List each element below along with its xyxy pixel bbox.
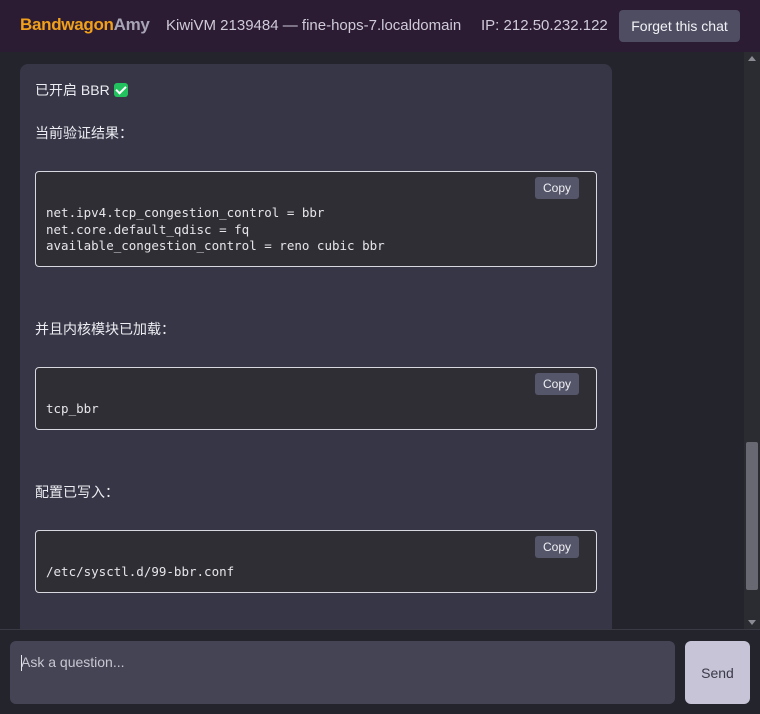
- scroll-thumb[interactable]: [746, 442, 758, 590]
- composer: Send: [0, 629, 760, 714]
- code-text-config: /etc/sysctl.d/99-bbr.conf: [46, 564, 234, 581]
- code-line: /etc/sysctl.d/99-bbr.conf: [46, 564, 235, 579]
- bbr-status-line: 已开启 BBR: [35, 80, 128, 100]
- copy-button[interactable]: Copy: [535, 536, 579, 558]
- copy-button[interactable]: Copy: [535, 373, 579, 395]
- code-block-config: Copy /etc/sysctl.d/99-bbr.conf: [35, 530, 597, 593]
- top-bar: BandwagonAmy KiwiVM 2139484 — fine-hops-…: [0, 0, 760, 52]
- question-input[interactable]: [10, 641, 675, 704]
- module-heading: 并且内核模块已加载：: [35, 321, 175, 337]
- brand-logo: BandwagonAmy: [20, 15, 150, 35]
- code-text-module: tcp_bbr: [46, 401, 99, 418]
- verify-heading: 当前验证结果：: [35, 125, 133, 141]
- ip-info: IP: 212.50.232.122: [481, 17, 608, 34]
- code-block-module: Copy tcp_bbr: [35, 367, 597, 430]
- bbr-status-text: 已开启 BBR: [35, 82, 110, 98]
- code-line: tcp_bbr: [46, 401, 99, 416]
- config-heading: 配置已写入：: [35, 484, 119, 500]
- send-button[interactable]: Send: [685, 641, 750, 704]
- brand-logo-part1: Bandwagon: [20, 15, 114, 34]
- code-block-verify: Copy net.ipv4.tcp_congestion_control = b…: [35, 171, 597, 267]
- code-line: net.ipv4.tcp_congestion_control = bbr: [46, 205, 325, 220]
- assistant-message: 已开启 BBR 当前验证结果： Copy net.ipv4.tcp_conges…: [20, 64, 612, 629]
- brand-logo-part2: Amy: [113, 15, 150, 34]
- vm-info: KiwiVM 2139484 — fine-hops-7.localdomain: [166, 17, 462, 34]
- chat-area: 已开启 BBR 当前验证结果： Copy net.ipv4.tcp_conges…: [0, 52, 744, 629]
- copy-button[interactable]: Copy: [535, 177, 579, 199]
- scroll-down-arrow-icon[interactable]: [748, 620, 756, 625]
- chat-scrollbar[interactable]: [744, 52, 760, 629]
- scroll-up-arrow-icon[interactable]: [748, 56, 756, 61]
- text-caret: [21, 655, 22, 671]
- forget-chat-button[interactable]: Forget this chat: [619, 10, 740, 42]
- check-icon: [113, 83, 128, 97]
- code-line: net.core.default_qdisc = fq: [46, 221, 250, 237]
- code-text-verify: net.ipv4.tcp_congestion_control = bbr ne…: [46, 205, 385, 255]
- code-line: available_congestion_control = reno cubi…: [46, 238, 385, 253]
